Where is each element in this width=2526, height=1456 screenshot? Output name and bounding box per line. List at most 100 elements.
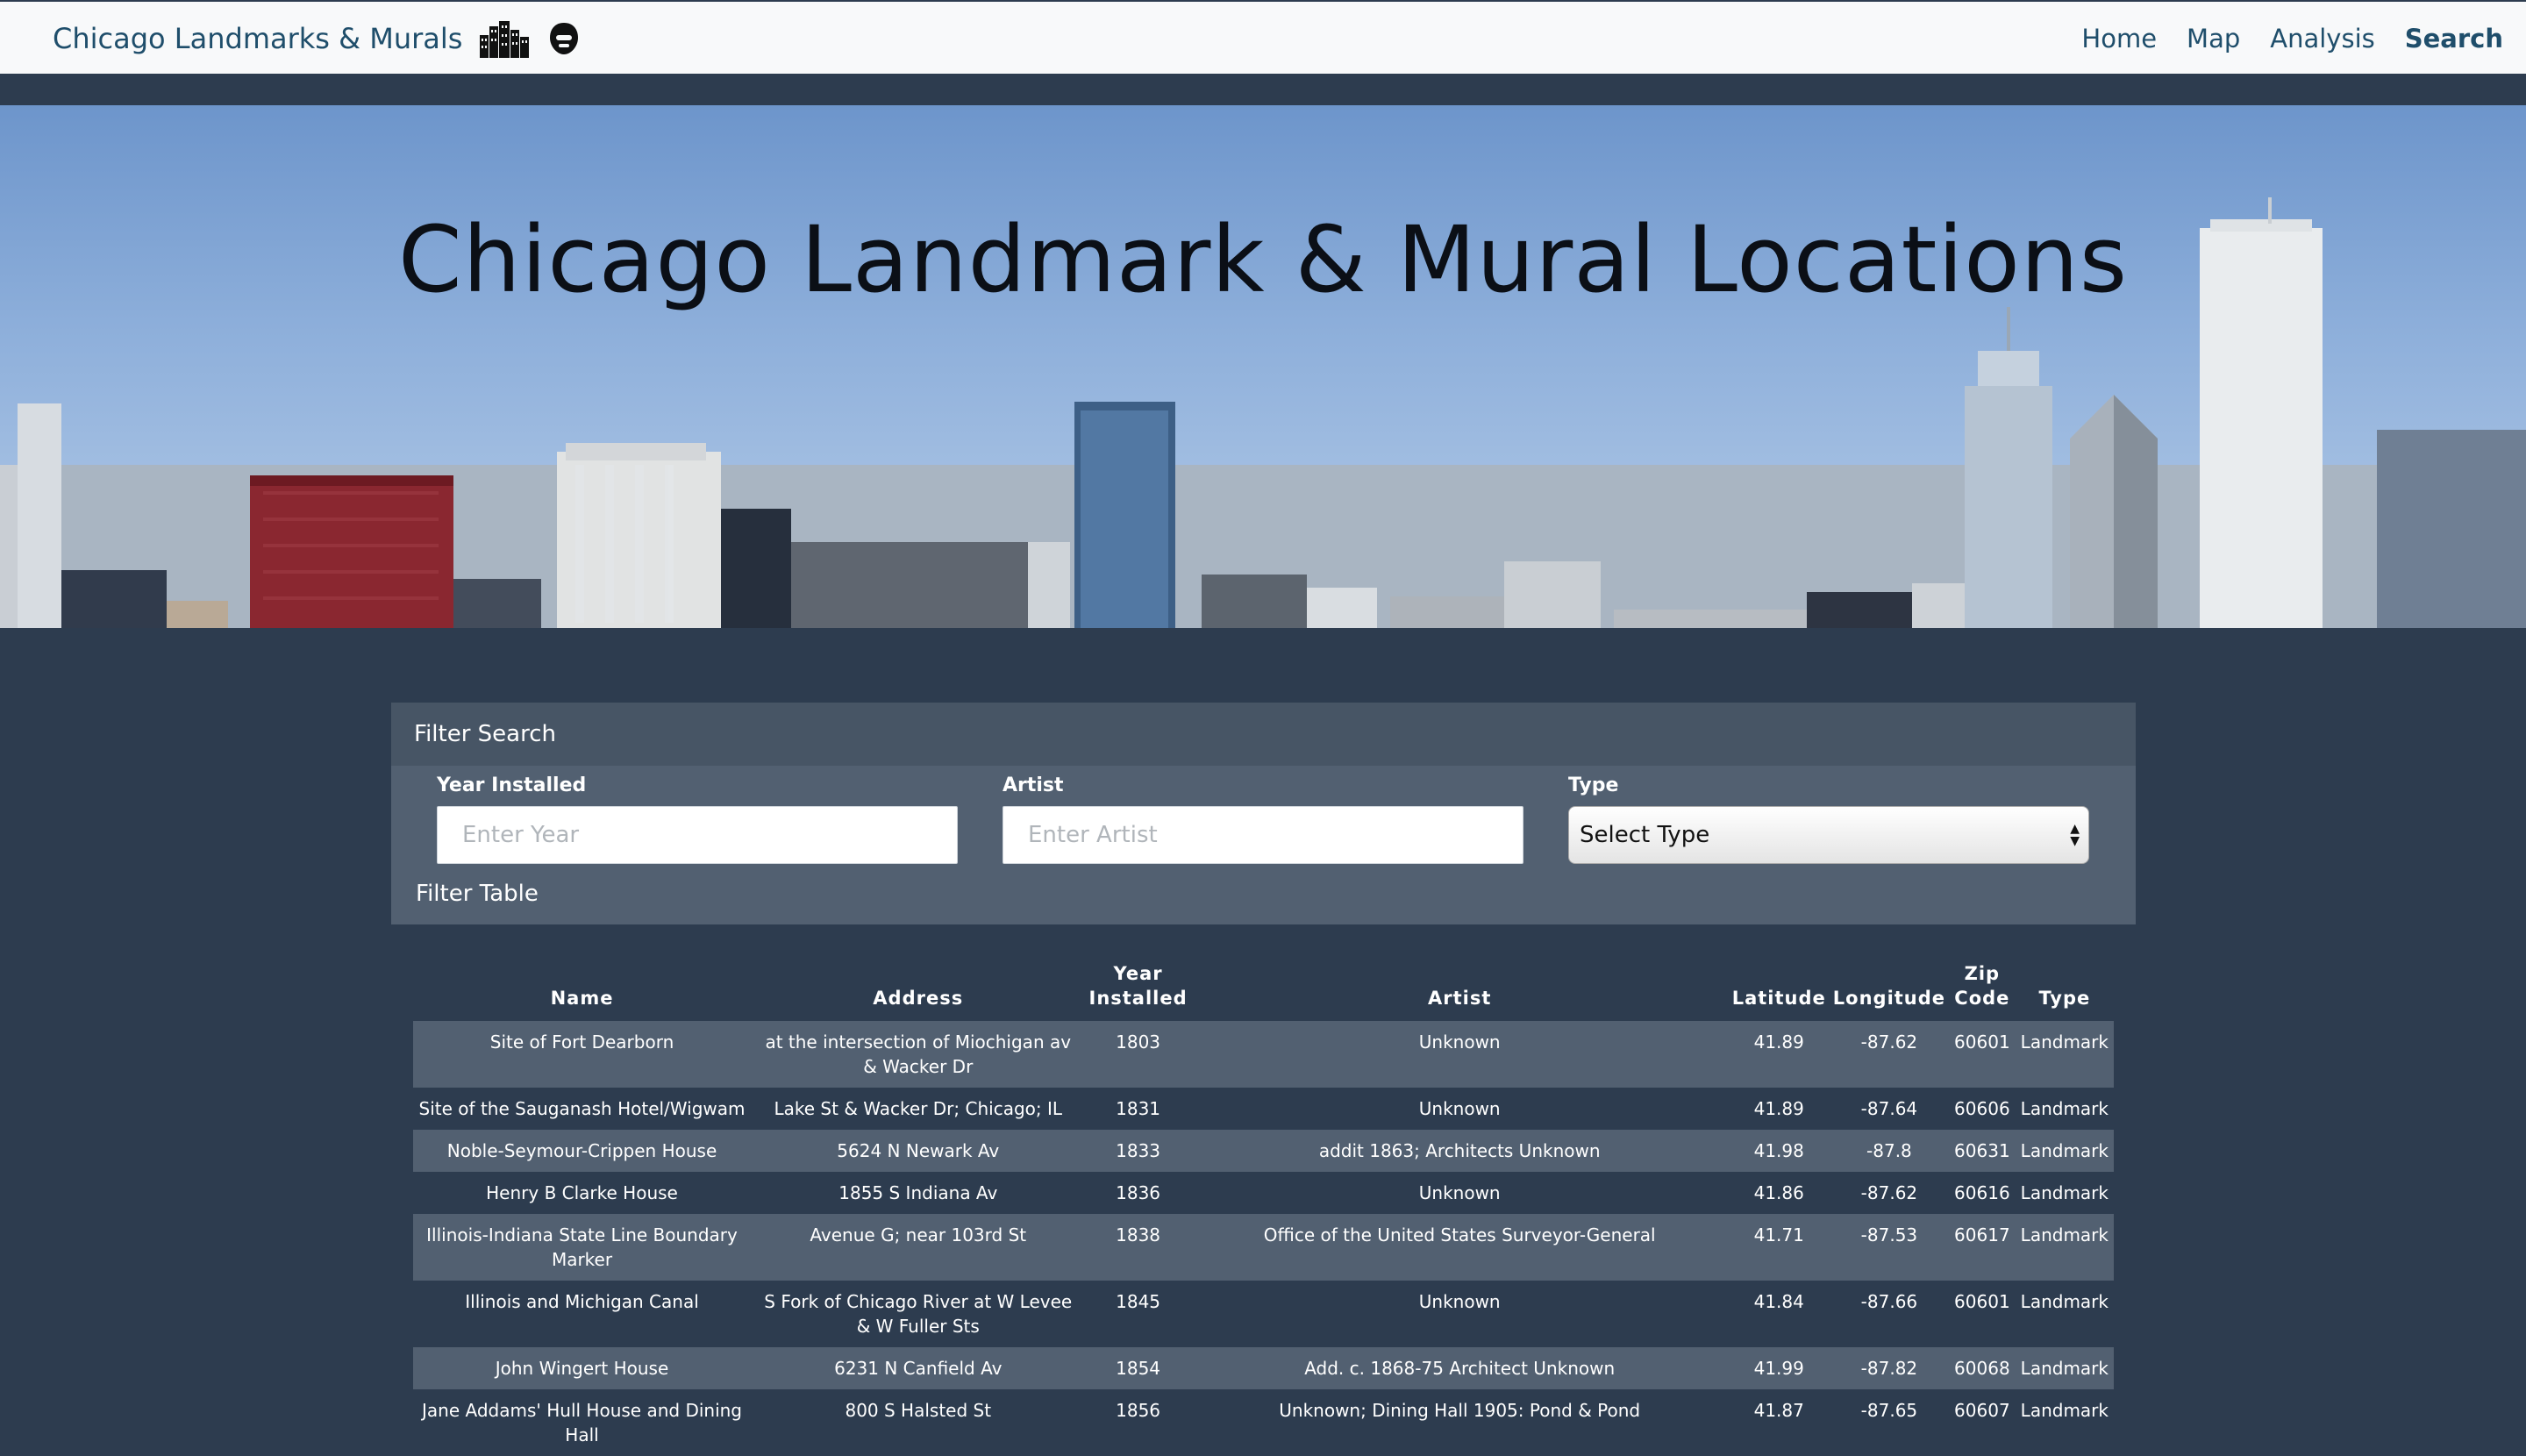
cell-type: Landmark	[2015, 1021, 2114, 1088]
type-select[interactable]: Select Type ▲ ▼	[1568, 806, 2089, 864]
cell-name: Noble-Seymour-Crippen House	[413, 1130, 752, 1172]
cell-artist: Unknown	[1418, 1182, 1501, 1203]
cell-zip: 60601	[1954, 1291, 2010, 1312]
type-label: Type	[1568, 774, 1619, 796]
brand[interactable]: Chicago Landmarks & Murals	[53, 19, 582, 58]
cell-latitude: 41.86	[1753, 1182, 1804, 1203]
col-latitude[interactable]: Latitude	[1729, 961, 1830, 1021]
cell-artist: Office of the United States Surveyor-Gen…	[1190, 1214, 1729, 1281]
cell-latitude: 41.98	[1728, 1130, 1830, 1172]
navbar-underbar	[0, 74, 2526, 105]
cell-name: Illinois-Indiana State Line Boundary Mar…	[413, 1214, 752, 1281]
cell-artist: Add. c. 1868-75 Architect Unknown	[1190, 1347, 1729, 1389]
cell-year: 1845	[1116, 1291, 1161, 1312]
cell-zip: 60631	[1949, 1130, 2016, 1172]
cell-latitude: 41.89	[1753, 1098, 1804, 1119]
results-table: Name Address Year Installed Artist Latitu…	[413, 961, 2114, 1456]
nav-map-link[interactable]: Map	[2187, 24, 2240, 54]
cell-latitude: 41.87	[1753, 1400, 1804, 1421]
filter-title: Filter Search	[414, 721, 556, 747]
cell-type: Landmark	[2015, 1130, 2114, 1172]
cell-zip: 60601	[1949, 1021, 2016, 1088]
mural-face-icon	[550, 23, 579, 54]
cell-year: 1831	[1116, 1098, 1161, 1119]
col-type[interactable]: Type	[2016, 961, 2114, 1021]
col-zip[interactable]: Zip Code	[1949, 961, 2016, 1021]
cell-latitude: 41.99	[1728, 1347, 1830, 1389]
artist-label: Artist	[1003, 774, 1064, 796]
brand-title[interactable]: Chicago Landmarks & Murals	[53, 22, 462, 55]
cell-longitude: -87.62	[1860, 1182, 1918, 1203]
col-longitude[interactable]: Longitude	[1830, 961, 1949, 1021]
hero-banner: Chicago Landmark & Mural Locations	[0, 105, 2526, 628]
cell-longitude: -87.53	[1829, 1214, 1950, 1281]
cell-type: Landmark	[2020, 1291, 2109, 1312]
skyline-image	[0, 197, 2526, 628]
table-header-row: Name Address Year Installed Artist Latitu…	[413, 961, 2114, 1021]
cell-name: Site of Fort Dearborn	[413, 1021, 752, 1088]
cell-name: Jane Addams' Hull House and Dining Hall	[422, 1400, 743, 1445]
cell-type: Landmark	[2020, 1400, 2109, 1421]
filter-panel: Filter Search Year Installed Artist Type…	[391, 703, 2136, 924]
filter-header: Filter Search	[391, 703, 2136, 766]
table-row[interactable]: Henry B Clarke House 1855 S Indiana Av 1…	[413, 1172, 2114, 1214]
cell-zip: 60617	[1949, 1214, 2016, 1281]
table-row[interactable]: Illinois-Indiana State Line Boundary Mar…	[413, 1214, 2114, 1281]
cell-longitude: -87.82	[1829, 1347, 1950, 1389]
city-skyline-icon	[480, 21, 530, 58]
cell-address: 5624 N Newark Av	[751, 1130, 1086, 1172]
cell-year: 1856	[1116, 1400, 1161, 1421]
table-row[interactable]: John Wingert House 6231 N Canfield Av 18…	[413, 1347, 2114, 1389]
cell-longitude: -87.8	[1829, 1130, 1950, 1172]
cell-address: at the intersection of Miochigan av & Wa…	[751, 1021, 1086, 1088]
cell-type: Landmark	[2015, 1347, 2114, 1389]
nav-search-link[interactable]: Search	[2405, 24, 2503, 54]
year-label: Year Installed	[437, 774, 587, 796]
cell-longitude: -87.64	[1860, 1098, 1918, 1119]
cell-address: 800 S Halsted St	[845, 1400, 992, 1421]
cell-zip: 60068	[1949, 1347, 2016, 1389]
table-row[interactable]: Jane Addams' Hull House and Dining Hall …	[413, 1389, 2114, 1456]
select-arrows-icon: ▲ ▼	[2070, 822, 2080, 848]
cell-type: Landmark	[2020, 1182, 2109, 1203]
cell-address: Avenue G; near 103rd St	[751, 1214, 1086, 1281]
cell-zip: 60607	[1954, 1400, 2010, 1421]
cell-name: Site of the Sauganash Hotel/Wigwam	[418, 1098, 746, 1119]
cell-year: 1854	[1085, 1347, 1191, 1389]
cell-name: Henry B Clarke House	[486, 1182, 678, 1203]
col-name[interactable]: Name	[413, 961, 751, 1021]
cell-address: 1855 S Indiana Av	[838, 1182, 998, 1203]
col-year[interactable]: Year Installed	[1086, 961, 1191, 1021]
cell-latitude: 41.84	[1753, 1291, 1804, 1312]
top-navbar: Chicago Landmarks & Murals Home Map Anal…	[0, 0, 2526, 74]
nav-links: Home Map Analysis Search	[2081, 2, 2503, 75]
cell-name: John Wingert House	[413, 1347, 752, 1389]
cell-type: Landmark	[2015, 1214, 2114, 1281]
cell-year: 1836	[1116, 1182, 1161, 1203]
table-row[interactable]: Illinois and Michigan Canal S Fork of Ch…	[413, 1281, 2114, 1347]
cell-year: 1838	[1085, 1214, 1191, 1281]
nav-analysis-link[interactable]: Analysis	[2270, 24, 2374, 54]
cell-name: Illinois and Michigan Canal	[465, 1291, 699, 1312]
cell-zip: 60606	[1954, 1098, 2010, 1119]
col-address[interactable]: Address	[751, 961, 1085, 1021]
year-input[interactable]	[437, 806, 958, 864]
nav-home-link[interactable]: Home	[2081, 24, 2157, 54]
cell-artist: Unknown; Dining Hall 1905: Pond & Pond	[1279, 1400, 1641, 1421]
table-row[interactable]: Site of the Sauganash Hotel/Wigwam Lake …	[413, 1088, 2114, 1130]
cell-zip: 60616	[1954, 1182, 2010, 1203]
cell-type: Landmark	[2020, 1098, 2109, 1119]
col-artist[interactable]: Artist	[1191, 961, 1729, 1021]
table-row[interactable]: Site of Fort Dearborn at the intersectio…	[413, 1021, 2114, 1088]
table-row[interactable]: Noble-Seymour-Crippen House 5624 N Newar…	[413, 1130, 2114, 1172]
cell-address: Lake St & Wacker Dr; Chicago; IL	[774, 1098, 1063, 1119]
filter-table-button[interactable]: Filter Table	[416, 881, 539, 907]
cell-longitude: -87.62	[1829, 1021, 1950, 1088]
cell-address: S Fork of Chicago River at W Levee & W F…	[764, 1291, 1073, 1337]
cell-artist: addit 1863; Architects Unknown	[1190, 1130, 1729, 1172]
cell-artist: Unknown	[1418, 1291, 1501, 1312]
artist-input[interactable]	[1003, 806, 1523, 864]
cell-longitude: -87.65	[1860, 1400, 1918, 1421]
cell-year: 1803	[1085, 1021, 1191, 1088]
cell-longitude: -87.66	[1860, 1291, 1918, 1312]
